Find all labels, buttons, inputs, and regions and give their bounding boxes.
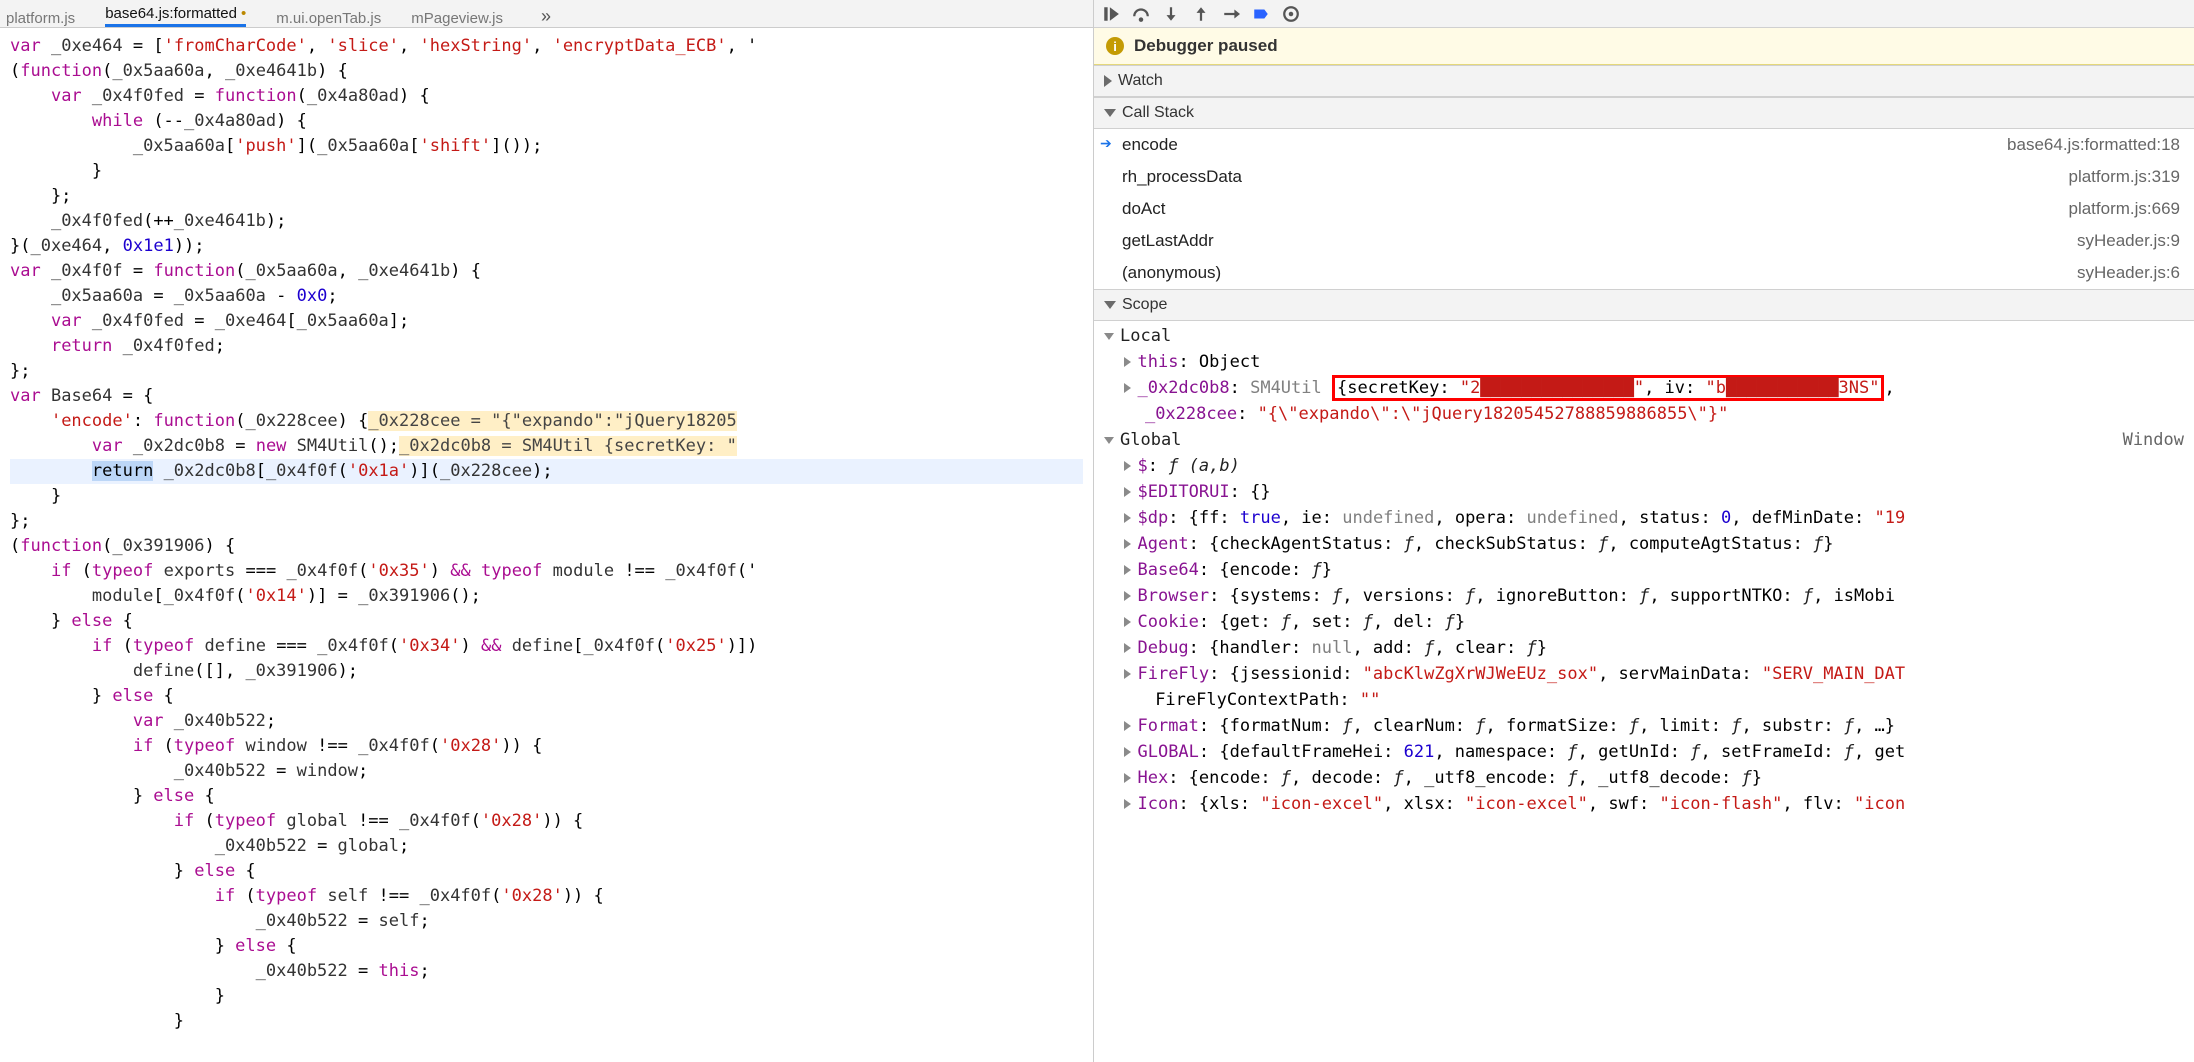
scope-global-var[interactable]: $EDITORUI: {} xyxy=(1104,479,2184,505)
callstack-frame[interactable]: rh_processDataplatform.js:319 xyxy=(1094,161,2194,193)
callstack-frame[interactable]: (anonymous)syHeader.js:6 xyxy=(1094,257,2194,289)
info-icon: i xyxy=(1106,37,1124,55)
scope-global-var[interactable]: Base64: {encode: ƒ} xyxy=(1104,557,2184,583)
scope-var-0x2dc0b8[interactable]: _0x2dc0b8: SM4Util {secretKey: "2███████… xyxy=(1104,375,2184,401)
code-line[interactable]: var _0x40b522; xyxy=(10,709,1083,734)
code-line[interactable]: _0x4f0fed(++_0xe4641b); xyxy=(10,209,1083,234)
tab-opentab[interactable]: m.ui.openTab.js xyxy=(276,10,381,27)
watch-label: Watch xyxy=(1118,72,1163,90)
pause-on-exception-icon[interactable] xyxy=(1282,5,1300,23)
code-line[interactable]: } else { xyxy=(10,684,1083,709)
code-line[interactable]: var _0x4f0fed = _0xe464[_0x5aa60a]; xyxy=(10,309,1083,334)
code-line[interactable]: }(_0xe464, 0x1e1)); xyxy=(10,234,1083,259)
code-line[interactable]: var _0xe464 = ['fromCharCode', 'slice', … xyxy=(10,34,1083,59)
code-line[interactable]: while (--_0x4a80ad) { xyxy=(10,109,1083,134)
step-icon[interactable] xyxy=(1222,5,1240,23)
code-line[interactable]: define([], _0x391906); xyxy=(10,659,1083,684)
code-line[interactable]: if (typeof global !== _0x4f0f('0x28')) { xyxy=(10,809,1083,834)
code-line[interactable]: _0x5aa60a = _0x5aa60a - 0x0; xyxy=(10,284,1083,309)
tab-platform[interactable]: platform.js xyxy=(6,10,75,27)
callstack-frame[interactable]: encodebase64.js:formatted:18 xyxy=(1094,129,2194,161)
scope-label: Scope xyxy=(1122,296,1167,314)
code-line[interactable]: if (typeof exports === _0x4f0f('0x35') &… xyxy=(10,559,1083,584)
code-line[interactable]: } xyxy=(10,484,1083,509)
code-line[interactable]: } xyxy=(10,159,1083,184)
deactivate-bp-icon[interactable] xyxy=(1252,5,1270,23)
debugger-panel: i Debugger paused Watch Call Stack encod… xyxy=(1094,0,2194,1062)
chevron-down-icon xyxy=(1104,301,1116,309)
banner-text: Debugger paused xyxy=(1134,36,1278,56)
debugger-paused-banner: i Debugger paused xyxy=(1094,28,2194,65)
code-line[interactable]: 'encode': function(_0x228cee) {_0x228cee… xyxy=(10,409,1083,434)
step-into-icon[interactable] xyxy=(1162,5,1180,23)
code-line[interactable]: if (typeof self !== _0x4f0f('0x28')) { xyxy=(10,884,1083,909)
code-line[interactable]: var Base64 = { xyxy=(10,384,1083,409)
callstack-frame[interactable]: getLastAddrsyHeader.js:9 xyxy=(1094,225,2194,257)
scope-global-var[interactable]: GLOBAL: {defaultFrameHei: 621, namespace… xyxy=(1104,739,2184,765)
step-out-icon[interactable] xyxy=(1192,5,1210,23)
code-line[interactable]: return _0x4f0fed; xyxy=(10,334,1083,359)
code-line[interactable]: }; xyxy=(10,509,1083,534)
file-tabs: platform.js base64.js:formatted m.ui.ope… xyxy=(0,0,1093,28)
scope-local-header[interactable]: Local xyxy=(1104,323,2184,349)
tabs-overflow-icon[interactable]: » xyxy=(533,6,559,27)
tab-pageview[interactable]: mPageview.js xyxy=(411,10,503,27)
code-line[interactable]: module[_0x4f0f('0x14')] = _0x391906(); xyxy=(10,584,1083,609)
scope-global-var[interactable]: $dp: {ff: true, ie: undefined, opera: un… xyxy=(1104,505,2184,531)
chevron-down-icon xyxy=(1104,109,1116,117)
scope-global-var[interactable]: $: ƒ (a,b) xyxy=(1104,453,2184,479)
code-line[interactable]: }; xyxy=(10,184,1083,209)
code-line[interactable]: } else { xyxy=(10,934,1083,959)
debug-toolbar xyxy=(1094,0,2194,28)
scope-var-this[interactable]: this: Object xyxy=(1104,349,2184,375)
highlighted-secret: {secretKey: "2███████████████", iv: "b██… xyxy=(1332,375,1884,401)
scope-var-0x228cee[interactable]: _0x228cee: "{\"expando\":\"jQuery1820545… xyxy=(1104,401,2184,427)
scope-global-var[interactable]: FireFlyContextPath: "" xyxy=(1104,687,2184,713)
source-panel: platform.js base64.js:formatted m.ui.ope… xyxy=(0,0,1094,1062)
scope-global-var[interactable]: Debug: {handler: null, add: ƒ, clear: ƒ} xyxy=(1104,635,2184,661)
chevron-right-icon xyxy=(1104,75,1112,87)
callstack-section-header[interactable]: Call Stack xyxy=(1094,97,2194,129)
code-line[interactable]: return _0x2dc0b8[_0x4f0f('0x1a')](_0x228… xyxy=(10,459,1083,484)
scope-global-header[interactable]: GlobalWindow xyxy=(1104,427,2184,453)
code-line[interactable]: } xyxy=(10,984,1083,1009)
scope-global-var[interactable]: Hex: {encode: ƒ, decode: ƒ, _utf8_encode… xyxy=(1104,765,2184,791)
scope-global-var[interactable]: Browser: {systems: ƒ, versions: ƒ, ignor… xyxy=(1104,583,2184,609)
code-line[interactable]: _0x40b522 = global; xyxy=(10,834,1083,859)
callstack-frame[interactable]: doActplatform.js:669 xyxy=(1094,193,2194,225)
code-line[interactable]: } xyxy=(10,1009,1083,1034)
code-line[interactable]: (function(_0x391906) { xyxy=(10,534,1083,559)
scope-local: Local this: Object _0x2dc0b8: SM4Util {s… xyxy=(1094,321,2194,819)
code-line[interactable]: if (typeof define === _0x4f0f('0x34') &&… xyxy=(10,634,1083,659)
code-line[interactable]: } else { xyxy=(10,859,1083,884)
scope-global-var[interactable]: Cookie: {get: ƒ, set: ƒ, del: ƒ} xyxy=(1104,609,2184,635)
code-line[interactable]: } else { xyxy=(10,609,1083,634)
code-line[interactable]: _0x40b522 = window; xyxy=(10,759,1083,784)
code-line[interactable]: _0x40b522 = self; xyxy=(10,909,1083,934)
scope-global-var[interactable]: Icon: {xls: "icon-excel", xlsx: "icon-ex… xyxy=(1104,791,2184,817)
code-line[interactable]: var _0x2dc0b8 = new SM4Util();_0x2dc0b8 … xyxy=(10,434,1083,459)
scope-global-var[interactable]: FireFly: {jsessionid: "abcKlwZgXrWJWeEUz… xyxy=(1104,661,2184,687)
callstack-label: Call Stack xyxy=(1122,104,1194,122)
code-line[interactable]: var _0x4f0fed = function(_0x4a80ad) { xyxy=(10,84,1083,109)
code-line[interactable]: _0x40b522 = this; xyxy=(10,959,1083,984)
code-line[interactable]: }; xyxy=(10,359,1083,384)
code-line[interactable]: if (typeof window !== _0x4f0f('0x28')) { xyxy=(10,734,1083,759)
code-line[interactable]: (function(_0x5aa60a, _0xe4641b) { xyxy=(10,59,1083,84)
watch-section-header[interactable]: Watch xyxy=(1094,65,2194,97)
callstack-list: encodebase64.js:formatted:18rh_processDa… xyxy=(1094,129,2194,289)
scope-global-var[interactable]: Agent: {checkAgentStatus: ƒ, checkSubSta… xyxy=(1104,531,2184,557)
code-line[interactable]: _0x5aa60a['push'](_0x5aa60a['shift']()); xyxy=(10,134,1083,159)
tab-base64[interactable]: base64.js:formatted xyxy=(105,5,246,27)
resume-icon[interactable] xyxy=(1102,5,1120,23)
code-line[interactable]: var _0x4f0f = function(_0x5aa60a, _0xe46… xyxy=(10,259,1083,284)
step-over-icon[interactable] xyxy=(1132,5,1150,23)
scope-section-header[interactable]: Scope xyxy=(1094,289,2194,321)
code-line[interactable]: } else { xyxy=(10,784,1083,809)
code-editor[interactable]: var _0xe464 = ['fromCharCode', 'slice', … xyxy=(0,28,1093,1040)
scope-global-var[interactable]: Format: {formatNum: ƒ, clearNum: ƒ, form… xyxy=(1104,713,2184,739)
